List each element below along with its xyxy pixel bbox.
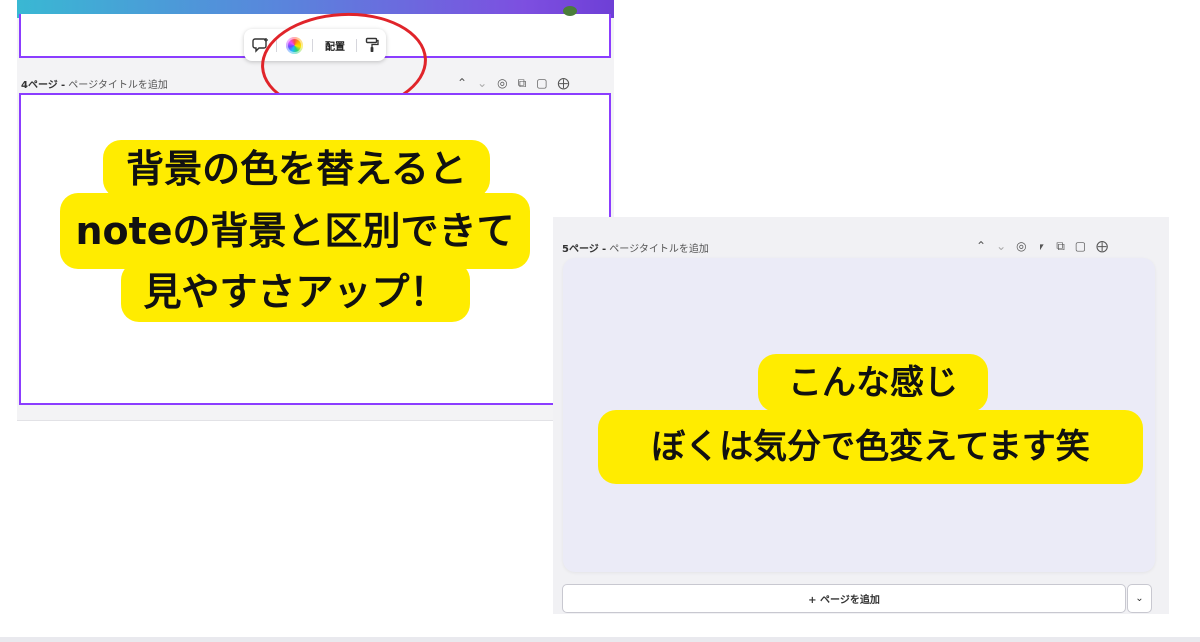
trash-icon[interactable]: ▢ — [1075, 240, 1086, 252]
chevron-down-icon[interactable]: ⌄ — [477, 77, 487, 89]
add-page-icon[interactable]: ⨁ — [1096, 240, 1108, 252]
trash-icon[interactable]: ▢ — [536, 77, 547, 89]
caption-sub-line-2: ぼくは気分で色変えてます笑 — [651, 427, 1090, 467]
caption-main-line-1: 背景の色を替えると — [126, 147, 467, 191]
caption-main-line-2-bg: noteの背景と区別できて — [60, 193, 530, 269]
add-page-icon[interactable]: ⨁ — [558, 77, 570, 89]
header-separator: - — [60, 80, 66, 91]
page-5-header-icons: ⌃ ⌄ ◎ ⎖ ⧉ ▢ ⨁ — [976, 240, 1108, 252]
chevron-up-icon[interactable]: ⌃ — [457, 77, 467, 89]
caption-sub-line-1-bg: こんな感じ — [758, 354, 988, 412]
header-separator: - — [601, 244, 607, 255]
caption-main-line-1-bg: 背景の色を替えると — [103, 140, 490, 198]
page-4-header-icons: ⌃ ⌄ ◎ ⧉ ▢ ⨁ — [457, 77, 570, 89]
page-number-label: 4ページ — [21, 80, 58, 91]
page-5-header: 5ページ - ページタイトルを追加 — [562, 240, 709, 255]
page-title-placeholder[interactable]: ページタイトルを追加 — [68, 80, 168, 91]
caption-main-line-3-bg: 見やすさアップ！ — [121, 262, 470, 322]
caption-main-line-3: 見やすさアップ！ — [143, 270, 448, 314]
eye-icon[interactable]: ◎ — [1016, 240, 1026, 252]
caption-sub-line-1: こんな感じ — [788, 363, 958, 403]
duplicate-icon[interactable]: ⧉ — [1056, 240, 1065, 252]
chevron-down-icon: ⌄ — [1135, 593, 1144, 604]
page-number-label: 5ページ — [562, 244, 599, 255]
bottom-divider — [0, 637, 1200, 642]
lock-icon[interactable]: ⎖ — [1037, 240, 1047, 252]
eye-icon[interactable]: ◎ — [497, 77, 507, 89]
add-page-button[interactable]: + ページを追加 — [562, 584, 1126, 613]
page-title-placeholder[interactable]: ページタイトルを追加 — [609, 244, 709, 255]
caption-sub-line-2-bg: ぼくは気分で色変えてます笑 — [598, 410, 1143, 484]
duplicate-icon[interactable]: ⧉ — [518, 77, 527, 89]
avatar[interactable] — [563, 6, 577, 16]
caption-main-line-2: noteの背景と区別できて — [75, 209, 515, 253]
page-4-header: 4ページ - ページタイトルを追加 — [21, 76, 168, 91]
add-page-dropdown[interactable]: ⌄ — [1127, 584, 1152, 613]
add-page-label: + ページを追加 — [808, 595, 880, 606]
chevron-down-icon[interactable]: ⌄ — [996, 240, 1006, 252]
chevron-up-icon[interactable]: ⌃ — [976, 240, 986, 252]
